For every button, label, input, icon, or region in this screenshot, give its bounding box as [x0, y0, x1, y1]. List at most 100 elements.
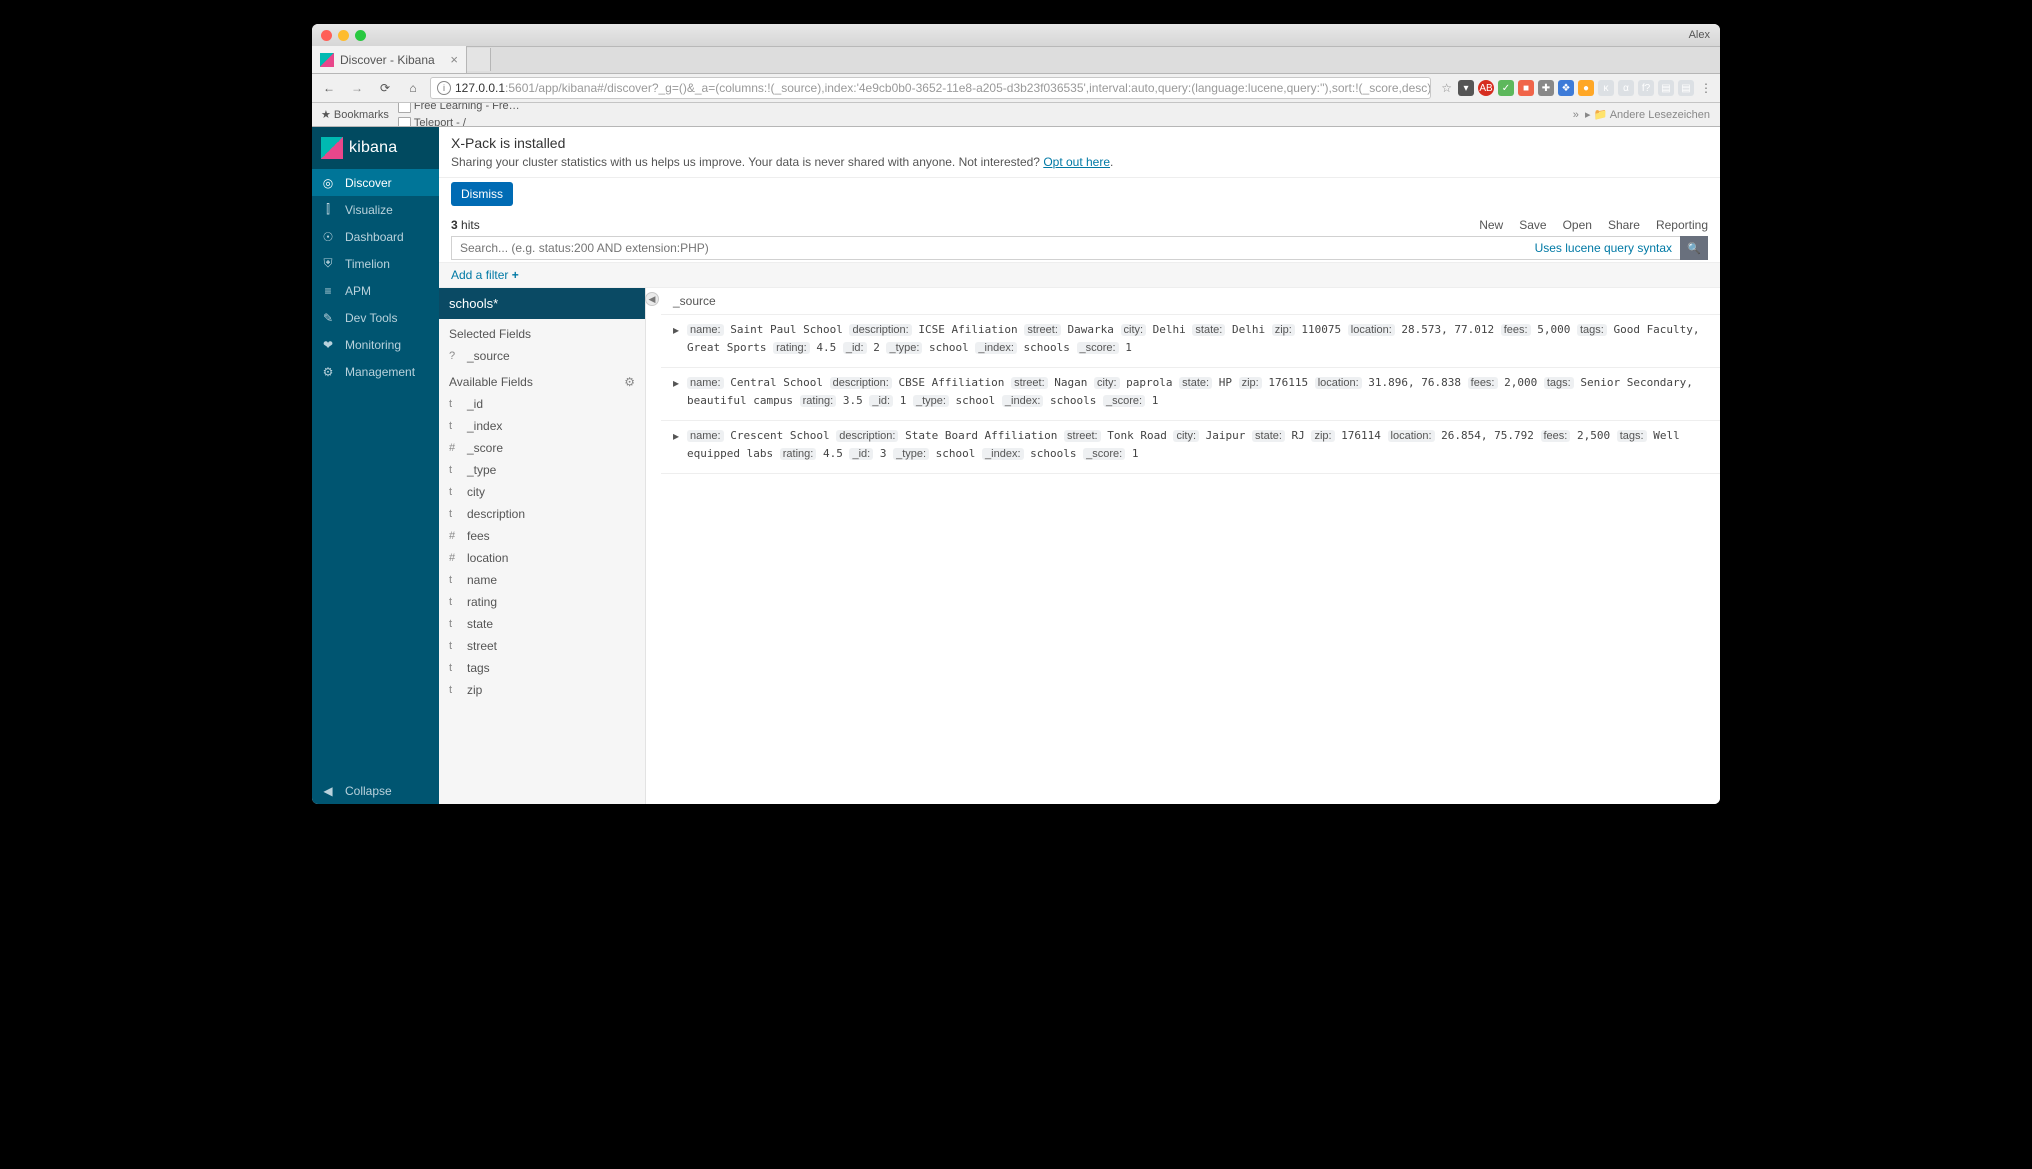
- sidebar-item-management[interactable]: ⚙ Management: [312, 358, 439, 385]
- forward-button[interactable]: →: [346, 77, 368, 99]
- pocket-icon[interactable]: ▾: [1458, 80, 1474, 96]
- adblock-icon[interactable]: AB: [1478, 80, 1494, 96]
- hits-count: 3 hits: [451, 218, 480, 232]
- expand-row-icon[interactable]: ▸: [673, 321, 679, 357]
- sidebar-item-apm[interactable]: ≡APM: [312, 277, 439, 304]
- nav-icon: ❤: [321, 338, 335, 352]
- ext-icon[interactable]: ▤: [1658, 80, 1674, 96]
- field-_id[interactable]: t_id: [439, 393, 645, 415]
- dismiss-button[interactable]: Dismiss: [451, 182, 513, 206]
- document-row: ▸ name: Crescent School description: Sta…: [661, 421, 1720, 474]
- url-bar: ← → ⟳ ⌂ i 127.0.0.1:5601/app/kibana#/dis…: [312, 74, 1720, 103]
- field-name: location: [467, 551, 508, 565]
- nav-label: Management: [345, 365, 415, 379]
- sidebar-item-dashboard[interactable]: ☉Dashboard: [312, 223, 439, 250]
- ext-icon[interactable]: ▤: [1678, 80, 1694, 96]
- ext-icon[interactable]: ■: [1518, 80, 1534, 96]
- opt-out-link[interactable]: Opt out here: [1043, 155, 1110, 169]
- field-type-icon: t: [449, 640, 459, 652]
- field-zip[interactable]: tzip: [439, 679, 645, 701]
- field-tags[interactable]: ttags: [439, 657, 645, 679]
- sidebar-item-monitoring[interactable]: ❤Monitoring: [312, 331, 439, 358]
- document-row: ▸ name: Saint Paul School description: I…: [661, 315, 1720, 368]
- browser-tab[interactable]: Discover - Kibana ×: [312, 46, 467, 73]
- address-bar[interactable]: i 127.0.0.1:5601/app/kibana#/discover?_g…: [430, 77, 1431, 99]
- ext-icon[interactable]: f?: [1638, 80, 1654, 96]
- new-tab-button[interactable]: [467, 48, 491, 71]
- mac-window: Alex Discover - Kibana × ← → ⟳ ⌂ i 127.0…: [312, 24, 1720, 804]
- page-icon: [398, 117, 411, 128]
- field-_index[interactable]: t_index: [439, 415, 645, 437]
- sidebar-collapse[interactable]: ◀ Collapse: [312, 777, 439, 804]
- field-type-icon: t: [449, 596, 459, 608]
- field-type-icon: ?: [449, 350, 459, 362]
- fields-settings-icon[interactable]: ⚙: [624, 375, 635, 389]
- field-location[interactable]: # location: [439, 547, 645, 569]
- sidebar-item-timelion[interactable]: ⛨Timelion: [312, 250, 439, 277]
- close-window-icon[interactable]: [321, 30, 332, 41]
- save-button[interactable]: Save: [1519, 218, 1546, 232]
- field-_source[interactable]: ?_source: [439, 345, 645, 367]
- field-name: rating: [467, 595, 497, 609]
- sidebar-nav: kibana ◎Discover⫿Visualize☉Dashboard⛨Tim…: [312, 127, 439, 804]
- field-type-icon: #: [449, 552, 459, 564]
- field-type-icon: #: [449, 530, 459, 542]
- field-street[interactable]: tstreet: [439, 635, 645, 657]
- bookmark-star-icon[interactable]: ☆: [1441, 81, 1452, 95]
- sidebar-item-visualize[interactable]: ⫿Visualize: [312, 196, 439, 223]
- home-button[interactable]: ⌂: [402, 77, 424, 99]
- lucene-syntax-link[interactable]: Uses lucene query syntax: [1527, 236, 1680, 260]
- ext-icon[interactable]: ✓: [1498, 80, 1514, 96]
- expand-row-icon[interactable]: ▸: [673, 427, 679, 463]
- index-pattern[interactable]: schools*: [439, 288, 645, 319]
- tab-strip: Discover - Kibana ×: [312, 47, 1720, 74]
- field-rating[interactable]: trating: [439, 591, 645, 613]
- add-filter-link[interactable]: Add a filter +: [451, 268, 519, 282]
- field-type-icon: t: [449, 574, 459, 586]
- search-row: Uses lucene query syntax 🔍: [439, 234, 1720, 262]
- reporting-button[interactable]: Reporting: [1656, 218, 1708, 232]
- search-input[interactable]: [451, 236, 1527, 260]
- bookmark-item[interactable]: Free Learning - Fre…: [395, 103, 528, 115]
- field-name[interactable]: tname: [439, 569, 645, 591]
- new-button[interactable]: New: [1479, 218, 1503, 232]
- page-icon: [398, 103, 411, 113]
- collapse-fields-icon[interactable]: ◀: [645, 292, 659, 306]
- bookmarks-label[interactable]: ★ Bookmarks: [318, 106, 392, 123]
- chrome-menu-icon[interactable]: ⋮: [1698, 81, 1714, 95]
- reload-button[interactable]: ⟳: [374, 77, 396, 99]
- kibana-logo[interactable]: kibana: [312, 127, 439, 169]
- ext-icon[interactable]: κ: [1598, 80, 1614, 96]
- url-path: :5601/app/kibana#/discover?_g=()&_a=(col…: [505, 81, 1431, 95]
- field-_type[interactable]: t_type: [439, 459, 645, 481]
- field-type-icon: t: [449, 486, 459, 498]
- ext-icon[interactable]: α: [1618, 80, 1634, 96]
- expand-row-icon[interactable]: ▸: [673, 374, 679, 410]
- ext-icon[interactable]: ❖: [1558, 80, 1574, 96]
- field-fees[interactable]: # fees: [439, 525, 645, 547]
- search-button[interactable]: 🔍: [1680, 236, 1708, 260]
- bookmarks-overflow[interactable]: » ▸ 📁 Andere Lesezeichen: [1569, 108, 1714, 121]
- field-name: fees: [467, 529, 490, 543]
- ext-icon[interactable]: ✚: [1538, 80, 1554, 96]
- site-info-icon[interactable]: i: [437, 81, 451, 95]
- titlebar: Alex: [312, 24, 1720, 47]
- sidebar-item-discover[interactable]: ◎Discover: [312, 169, 439, 196]
- zoom-window-icon[interactable]: [355, 30, 366, 41]
- nav-label: APM: [345, 284, 371, 298]
- ext-icon[interactable]: ●: [1578, 80, 1594, 96]
- bookmark-item[interactable]: Teleport - /: [395, 115, 528, 128]
- field-description[interactable]: tdescription: [439, 503, 645, 525]
- nav-icon: ⚙: [321, 365, 335, 379]
- back-button[interactable]: ←: [318, 77, 340, 99]
- nav-label: Timelion: [345, 257, 390, 271]
- open-button[interactable]: Open: [1563, 218, 1592, 232]
- minimize-window-icon[interactable]: [338, 30, 349, 41]
- field-city[interactable]: tcity: [439, 481, 645, 503]
- share-button[interactable]: Share: [1608, 218, 1640, 232]
- field-state[interactable]: tstate: [439, 613, 645, 635]
- sidebar-item-dev-tools[interactable]: ✎Dev Tools: [312, 304, 439, 331]
- field-_score[interactable]: #_score: [439, 437, 645, 459]
- available-fields-header: Available Fields ⚙: [439, 367, 645, 393]
- close-tab-icon[interactable]: ×: [450, 52, 458, 67]
